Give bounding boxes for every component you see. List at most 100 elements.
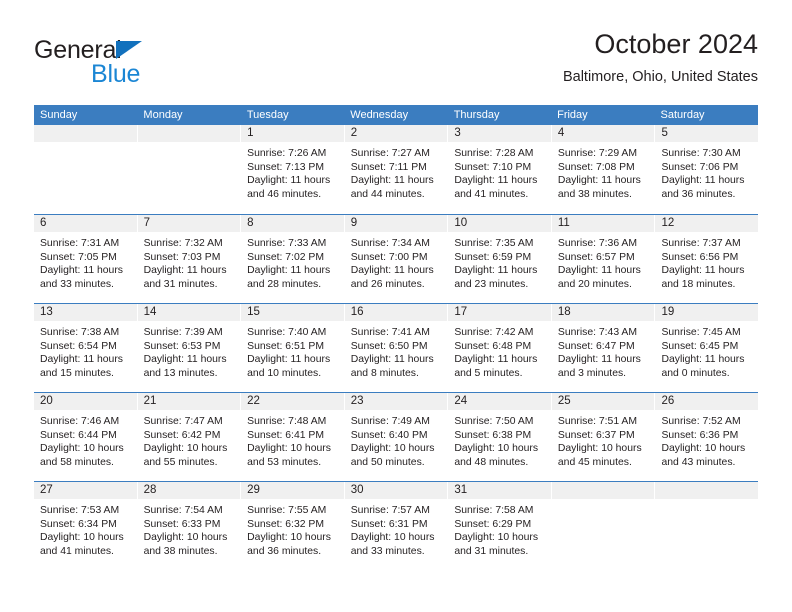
day-number: 2 <box>350 127 358 139</box>
day-number: 14 <box>143 306 157 318</box>
day-detail-line: and 0 minutes. <box>661 367 730 379</box>
day-number-band: 4 <box>551 125 655 142</box>
day-detail-line: and 10 minutes. <box>247 367 322 379</box>
calendar-day-cell[interactable]: 20 Sunrise: 7:46 AM Sunset: 6:44 PM Dayligh… <box>34 393 138 481</box>
day-number: 12 <box>661 217 675 229</box>
day-number: 5 <box>661 127 668 139</box>
day-details: Sunrise: 7:45 AM Sunset: 6:45 PM Daylight:… <box>655 321 758 380</box>
day-number-band: 12 <box>655 215 759 232</box>
day-detail-line: and 53 minutes. <box>247 456 322 468</box>
day-detail-line: and 31 minutes. <box>143 278 218 290</box>
day-detail-line: Daylight: 10 hours <box>350 443 435 455</box>
calendar-day-cell[interactable]: 15 Sunrise: 7:40 AM Sunset: 6:51 PM Dayligh… <box>241 304 345 392</box>
calendar-week-row: 13 Sunrise: 7:38 AM Sunset: 6:54 PM Dayligh… <box>34 303 759 392</box>
triangle-icon <box>116 41 142 59</box>
day-detail-line: Daylight: 11 hours <box>40 354 123 366</box>
day-number: 26 <box>661 395 675 407</box>
day-detail-line: Daylight: 11 hours <box>350 354 434 366</box>
calendar-day-cell[interactable]: 2 Sunrise: 7:27 AM Sunset: 7:11 PM Daylight… <box>344 125 449 214</box>
calendar-day-cell[interactable]: 12 Sunrise: 7:37 AM Sunset: 6:56 PM Dayligh… <box>655 215 759 303</box>
calendar-day-cell[interactable]: 21 Sunrise: 7:47 AM Sunset: 6:42 PM Dayligh… <box>137 393 242 481</box>
day-details: Sunrise: 7:55 AM Sunset: 6:32 PM Daylight:… <box>241 499 344 558</box>
day-detail-line: Daylight: 11 hours <box>247 175 331 187</box>
calendar-day-cell[interactable]: 14 Sunrise: 7:39 AM Sunset: 6:53 PM Dayligh… <box>137 304 242 392</box>
calendar-grid: Sunday Monday Tuesday Wednesday Thursday Frid… <box>34 105 759 570</box>
calendar-day-cell[interactable]: 13 Sunrise: 7:38 AM Sunset: 6:54 PM Dayligh… <box>34 304 138 392</box>
day-details: Sunrise: 7:58 AM Sunset: 6:29 PM Daylight:… <box>448 499 551 558</box>
day-number-band: 23 <box>344 393 448 410</box>
day-detail-line: Sunrise: 7:45 AM <box>661 327 741 338</box>
calendar-day-cell[interactable]: 16 Sunrise: 7:41 AM Sunset: 6:50 PM Dayligh… <box>344 304 449 392</box>
day-detail-line: Daylight: 10 hours <box>143 443 228 455</box>
day-detail-line: Sunrise: 7:39 AM <box>143 327 223 338</box>
calendar-day-cell[interactable]: 3 Sunrise: 7:28 AM Sunset: 7:10 PM Daylight… <box>448 125 552 214</box>
calendar-day-cell[interactable]: 23 Sunrise: 7:49 AM Sunset: 6:40 PM Dayligh… <box>344 393 449 481</box>
day-details <box>655 499 758 504</box>
calendar-day-cell[interactable]: 11 Sunrise: 7:36 AM Sunset: 6:57 PM Dayligh… <box>551 215 656 303</box>
calendar-day-cell[interactable]: 6 Sunrise: 7:31 AM Sunset: 7:05 PM Daylight… <box>34 215 138 303</box>
day-number-band: 9 <box>344 215 448 232</box>
weekday-header-row: Sunday Monday Tuesday Wednesday Thursday Frid… <box>34 105 758 125</box>
day-number: 27 <box>40 484 53 496</box>
calendar-day-cell[interactable]: 4 Sunrise: 7:29 AM Sunset: 7:08 PM Daylight… <box>551 125 656 214</box>
day-detail-line: Daylight: 11 hours <box>454 265 538 277</box>
day-number-band: 31 <box>448 482 551 499</box>
calendar-cell-empty <box>137 125 242 214</box>
day-number: 17 <box>454 306 468 318</box>
day-detail-line: and 38 minutes. <box>557 188 632 200</box>
day-detail-line: Daylight: 11 hours <box>454 175 538 187</box>
day-detail-line: and 46 minutes. <box>247 188 322 200</box>
calendar-day-cell[interactable]: 10 Sunrise: 7:35 AM Sunset: 6:59 PM Dayligh… <box>448 215 552 303</box>
day-detail-line: Sunrise: 7:30 AM <box>661 148 741 159</box>
day-detail-line: Sunrise: 7:57 AM <box>350 505 430 516</box>
calendar-day-cell[interactable]: 29 Sunrise: 7:55 AM Sunset: 6:32 PM Dayligh… <box>241 482 345 570</box>
day-detail-line: Sunrise: 7:51 AM <box>557 416 638 427</box>
calendar-day-cell[interactable]: 25 Sunrise: 7:51 AM Sunset: 6:37 PM Dayligh… <box>551 393 656 481</box>
day-details: Sunrise: 7:37 AM Sunset: 6:56 PM Daylight:… <box>655 232 758 291</box>
calendar-day-cell[interactable]: 28 Sunrise: 7:54 AM Sunset: 6:33 PM Dayligh… <box>137 482 242 570</box>
calendar-day-cell[interactable]: 19 Sunrise: 7:45 AM Sunset: 6:45 PM Dayligh… <box>655 304 759 392</box>
day-detail-line: and 33 minutes. <box>350 545 425 557</box>
calendar-day-cell[interactable]: 8 Sunrise: 7:33 AM Sunset: 7:02 PM Daylight… <box>241 215 345 303</box>
calendar-day-cell[interactable]: 17 Sunrise: 7:42 AM Sunset: 6:48 PM Dayligh… <box>448 304 552 392</box>
calendar-cell-empty <box>551 482 656 570</box>
day-detail-line: Daylight: 10 hours <box>40 443 124 455</box>
day-detail-line: Daylight: 11 hours <box>557 265 641 277</box>
day-detail-line: Sunset: 6:51 PM <box>247 340 324 352</box>
calendar-day-cell[interactable]: 1 Sunrise: 7:26 AM Sunset: 7:13 PM Daylight… <box>241 125 345 214</box>
day-number-band: 26 <box>655 393 759 410</box>
day-number-band: 21 <box>137 393 241 410</box>
day-number-band: 13 <box>34 304 137 321</box>
day-detail-line: and 48 minutes. <box>454 456 529 468</box>
day-detail-line: Sunrise: 7:54 AM <box>143 505 223 516</box>
day-details: Sunrise: 7:51 AM Sunset: 6:37 PM Daylight:… <box>552 410 655 469</box>
calendar-day-cell[interactable]: 27 Sunrise: 7:53 AM Sunset: 6:34 PM Dayligh… <box>34 482 138 570</box>
day-details: Sunrise: 7:57 AM Sunset: 6:31 PM Daylight:… <box>345 499 448 558</box>
day-detail-line: Sunset: 7:11 PM <box>350 161 427 173</box>
day-detail-line: Daylight: 10 hours <box>143 532 228 544</box>
calendar-day-cell[interactable]: 24 Sunrise: 7:50 AM Sunset: 6:38 PM Dayligh… <box>448 393 552 481</box>
day-number: 15 <box>247 306 260 318</box>
calendar-day-cell[interactable]: 31 Sunrise: 7:58 AM Sunset: 6:29 PM Dayligh… <box>448 482 552 570</box>
day-detail-line: Daylight: 10 hours <box>557 443 642 455</box>
day-detail-line: Sunset: 7:06 PM <box>661 161 739 173</box>
calendar-day-cell[interactable]: 26 Sunrise: 7:52 AM Sunset: 6:36 PM Dayligh… <box>655 393 759 481</box>
calendar-day-cell[interactable]: 5 Sunrise: 7:30 AM Sunset: 7:06 PM Daylight… <box>655 125 759 214</box>
calendar-day-cell[interactable]: 9 Sunrise: 7:34 AM Sunset: 7:00 PM Daylight… <box>344 215 449 303</box>
day-number-band: 20 <box>34 393 137 410</box>
day-detail-line: Sunset: 6:33 PM <box>143 518 221 530</box>
calendar-day-cell[interactable]: 7 Sunrise: 7:32 AM Sunset: 7:03 PM Daylight… <box>137 215 242 303</box>
brand-logo[interactable]: General Blue <box>34 36 244 94</box>
day-detail-line: Sunset: 6:47 PM <box>557 340 635 352</box>
day-detail-line: Daylight: 11 hours <box>661 354 745 366</box>
day-number-band: 17 <box>448 304 551 321</box>
calendar-day-cell[interactable]: 30 Sunrise: 7:57 AM Sunset: 6:31 PM Dayligh… <box>344 482 449 570</box>
day-details: Sunrise: 7:27 AM Sunset: 7:11 PM Daylight:… <box>345 142 448 201</box>
calendar-day-cell[interactable]: 18 Sunrise: 7:43 AM Sunset: 6:47 PM Dayligh… <box>551 304 656 392</box>
day-detail-line: and 18 minutes. <box>661 278 736 290</box>
day-detail-line: Sunset: 7:08 PM <box>557 161 635 173</box>
day-detail-line: Sunset: 6:45 PM <box>661 340 739 352</box>
calendar-week-row: 27 Sunrise: 7:53 AM Sunset: 6:34 PM Dayligh… <box>34 481 759 570</box>
calendar-day-cell[interactable]: 22 Sunrise: 7:48 AM Sunset: 6:41 PM Dayligh… <box>241 393 345 481</box>
day-detail-line: Sunset: 6:53 PM <box>143 340 221 352</box>
